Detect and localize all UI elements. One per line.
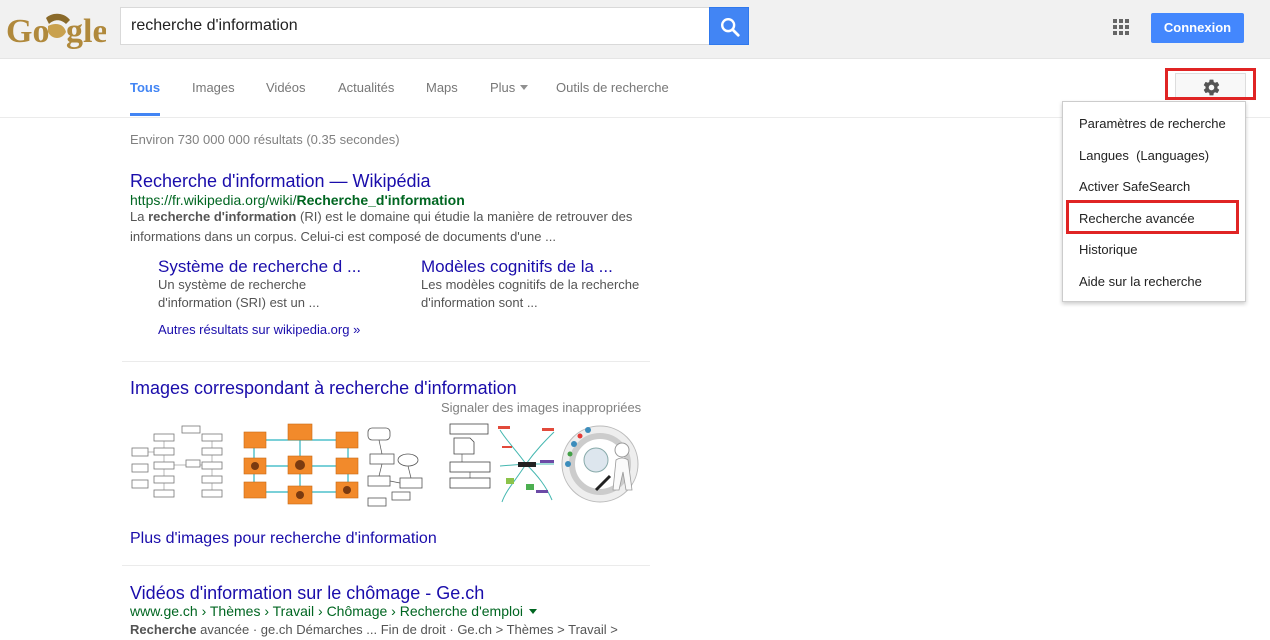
menu-item-advanced-search[interactable]: Recherche avancée — [1079, 211, 1195, 226]
image-thumbnail[interactable] — [364, 420, 444, 512]
more-images-link[interactable]: Plus d'images pour recherche d'informati… — [130, 530, 437, 548]
tab-search-tools[interactable]: Outils de recherche — [556, 80, 669, 95]
snippet-text: La — [130, 209, 149, 224]
result-stats: Environ 730 000 000 résultats (0.35 seco… — [130, 132, 400, 147]
snippet-text: avancée · ge.ch Démarches ... Fin de dro… — [196, 622, 618, 637]
top-bar: Go gle Connexion — [0, 0, 1270, 59]
result-url-wikipedia: https://fr.wikipedia.org/wiki/Recherche_… — [130, 192, 465, 208]
gear-icon — [1203, 79, 1220, 96]
tab-all[interactable]: Tous — [130, 80, 160, 95]
svg-text:Go: Go — [6, 13, 49, 50]
result-url-text: www.ge.ch › Thèmes › Travail › Chômage ›… — [130, 603, 524, 619]
result-snippet-wikipedia: La recherche d'information (RI) est le d… — [130, 207, 632, 247]
search-button[interactable] — [709, 7, 749, 45]
chevron-down-icon — [520, 85, 529, 90]
divider — [122, 565, 650, 566]
result-url-bold: Recherche_d'information — [296, 192, 465, 208]
image-thumbnail[interactable] — [446, 420, 494, 512]
search-icon — [721, 18, 740, 37]
tab-maps[interactable]: Maps — [426, 80, 458, 95]
svg-text:gle: gle — [66, 13, 106, 50]
image-thumbnail[interactable] — [130, 420, 238, 512]
menu-item-history[interactable]: Historique — [1079, 242, 1138, 257]
sitelink-line: d'information sont ... — [421, 295, 538, 310]
search-box[interactable] — [120, 7, 710, 45]
menu-item-languages[interactable]: Langues (Languages) — [1079, 148, 1209, 163]
sitelink-title[interactable]: Système de recherche d ... — [158, 257, 361, 277]
result-title-videos[interactable]: Vidéos d'information sur le chômage - Ge… — [130, 583, 484, 604]
sitelink-line: Un système de recherche — [158, 277, 307, 292]
snippet-bold: Recherche — [130, 622, 197, 637]
settings-menu: Paramètres de recherche Langues (Languag… — [1062, 101, 1246, 302]
menu-item-search-settings[interactable]: Paramètres de recherche — [1079, 116, 1226, 131]
menu-item-safesearch[interactable]: Activer SafeSearch — [1079, 179, 1190, 194]
report-images-link[interactable]: Signaler des images inappropriées — [441, 400, 641, 415]
image-thumbnails — [130, 420, 642, 512]
sitelink-line: d'information (SRI) est un ... — [158, 295, 320, 310]
login-button[interactable]: Connexion — [1151, 13, 1244, 43]
menu-item-search-help[interactable]: Aide sur la recherche — [1079, 274, 1202, 289]
snippet-text: (RI) est le domaine qui étudie la manièr… — [296, 209, 633, 224]
image-thumbnail[interactable] — [240, 420, 362, 512]
sitelink-title[interactable]: Modèles cognitifs de la ... — [421, 257, 613, 277]
google-logo[interactable]: Go gle — [6, 10, 106, 50]
tab-news[interactable]: Actualités — [338, 80, 394, 95]
snippet-text: informations dans un corpus. Celui-ci es… — [130, 229, 556, 244]
snippet-bold: recherche d'information — [148, 209, 297, 224]
tab-more-label: Plus — [490, 80, 516, 95]
sitelink-line: Les modèles cognitifs de la recherche — [421, 277, 640, 292]
sitelink-snippet: Les modèles cognitifs de la recherche d'… — [421, 276, 639, 312]
result-snippet-videos: Recherche avancée · ge.ch Démarches ... … — [130, 620, 618, 640]
search-input[interactable] — [121, 8, 710, 44]
more-results-link[interactable]: Autres résultats sur wikipedia.org » — [158, 322, 360, 337]
result-url-videos: www.ge.ch › Thèmes › Travail › Chômage ›… — [130, 603, 538, 619]
tab-images[interactable]: Images — [192, 80, 235, 95]
images-block-title[interactable]: Images correspondant à recherche d'infor… — [130, 378, 517, 399]
apps-grid-icon[interactable] — [1113, 19, 1129, 35]
active-tab-indicator — [130, 113, 160, 116]
tab-more[interactable]: Plus — [490, 80, 529, 95]
tab-videos[interactable]: Vidéos — [266, 80, 306, 95]
divider — [122, 361, 650, 362]
image-thumbnail[interactable] — [560, 420, 642, 512]
result-url-prefix: https://fr.wikipedia.org/wiki/ — [130, 192, 297, 208]
image-thumbnail[interactable] — [496, 420, 558, 512]
result-title-wikipedia[interactable]: Recherche d'information — Wikipédia — [130, 171, 431, 192]
settings-button[interactable] — [1175, 73, 1246, 100]
sitelink-snippet: Un système de recherche d'information (S… — [158, 276, 319, 312]
chevron-down-icon[interactable] — [529, 609, 538, 614]
